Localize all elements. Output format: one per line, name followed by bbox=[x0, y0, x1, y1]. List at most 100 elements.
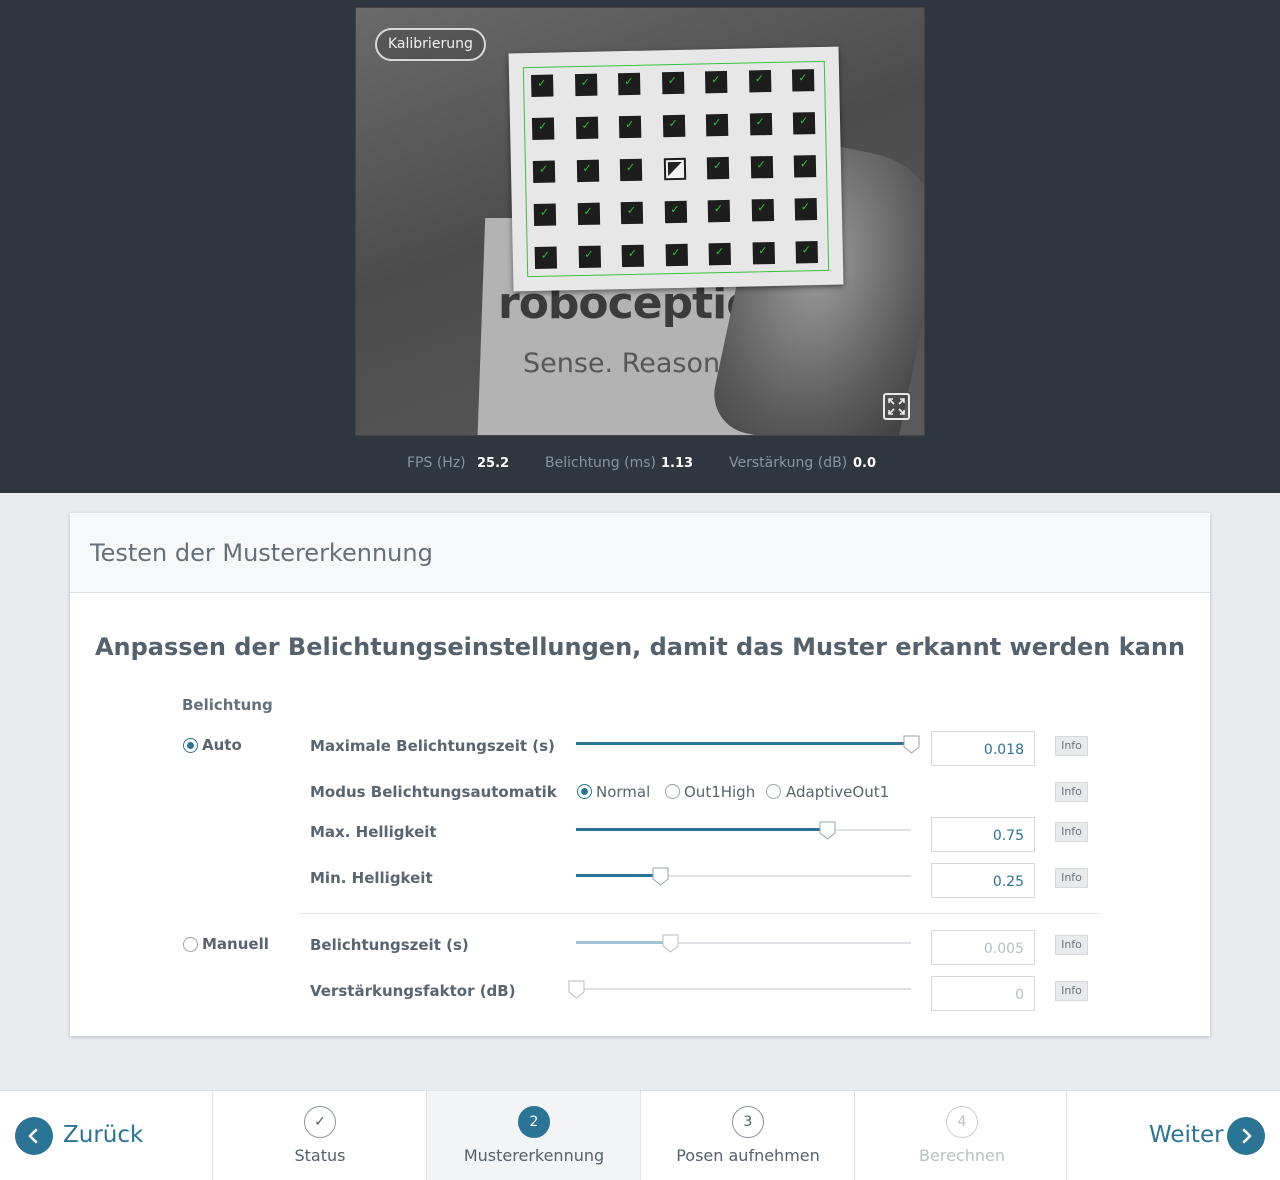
gain-factor-info-button[interactable]: Info bbox=[1055, 981, 1088, 1001]
step-number: 2 bbox=[518, 1106, 550, 1138]
next-button[interactable]: Weiter bbox=[1067, 1091, 1280, 1180]
step-number: 3 bbox=[732, 1106, 764, 1138]
back-label: Zurück bbox=[63, 1122, 144, 1148]
pattern-cell bbox=[575, 116, 598, 140]
exposure-time-input[interactable]: 0.005 bbox=[931, 930, 1035, 965]
pattern-cell bbox=[748, 70, 771, 93]
step-status-label: Status bbox=[294, 1146, 346, 1165]
min-brightness-input[interactable]: 0.25 bbox=[931, 863, 1035, 898]
mode-out1high-radio[interactable] bbox=[665, 784, 680, 799]
mode-normal-label[interactable]: Normal bbox=[596, 783, 650, 801]
min-brightness-slider[interactable] bbox=[576, 867, 911, 887]
max-brightness-input[interactable]: 0.75 bbox=[931, 817, 1035, 852]
mode-adaptiveout1-label[interactable]: AdaptiveOut1 bbox=[786, 783, 889, 801]
fps-label: FPS (Hz) bbox=[407, 455, 466, 471]
step-compute-label: Berechnen bbox=[919, 1146, 1005, 1165]
slider-thumb[interactable] bbox=[662, 934, 679, 953]
gain-factor-label: Verstärkungsfaktor (dB) bbox=[310, 982, 516, 1000]
pattern-grid bbox=[530, 69, 819, 269]
calibration-pattern bbox=[508, 46, 844, 292]
pattern-cell bbox=[620, 201, 644, 225]
pattern-cell bbox=[705, 113, 729, 137]
pattern-cell bbox=[706, 156, 730, 180]
step-pattern-detection[interactable]: 2 Mustererkennung bbox=[426, 1091, 640, 1180]
mode-adaptiveout1-radio[interactable] bbox=[766, 784, 781, 799]
auto-mode-label[interactable]: Auto bbox=[202, 736, 242, 754]
camera-image: roboceptior Sense. Reason. A Kalibrierun… bbox=[355, 7, 925, 436]
exposure-time-info-button[interactable]: Info bbox=[1055, 935, 1088, 955]
step-pattern-detection-label: Mustererkennung bbox=[463, 1146, 605, 1165]
pattern-cell bbox=[750, 155, 773, 179]
max-brightness-info-button[interactable]: Info bbox=[1055, 822, 1088, 842]
step-number: 4 bbox=[946, 1106, 978, 1138]
exposure-time-label: Belichtungszeit (s) bbox=[310, 936, 469, 954]
min-brightness-info-button[interactable]: Info bbox=[1055, 868, 1088, 888]
slider-thumb[interactable] bbox=[652, 867, 669, 886]
auto-mode-info-button[interactable]: Info bbox=[1055, 782, 1088, 802]
max-exposure-info-button[interactable]: Info bbox=[1055, 736, 1088, 756]
pattern-cell bbox=[704, 70, 728, 94]
max-exposure-input[interactable]: 0.018 bbox=[931, 731, 1035, 766]
pattern-cell bbox=[576, 159, 599, 183]
pattern-cell bbox=[665, 243, 688, 267]
slider-thumb[interactable] bbox=[819, 821, 836, 840]
settings-card: Testen der Mustererkennung Anpassen der … bbox=[70, 513, 1210, 1036]
fullscreen-icon bbox=[888, 398, 905, 415]
exposure-time-slider[interactable] bbox=[576, 934, 911, 954]
gain-stat-label: Verstärkung (dB) bbox=[729, 455, 848, 471]
exposure-section-label: Belichtung bbox=[182, 696, 273, 714]
max-exposure-slider[interactable] bbox=[576, 735, 920, 755]
chevron-right-icon bbox=[1227, 1117, 1265, 1155]
pattern-cell bbox=[574, 73, 597, 97]
pattern-cell bbox=[530, 74, 554, 98]
slider-thumb[interactable] bbox=[568, 980, 585, 999]
pattern-cell bbox=[749, 112, 772, 136]
mode-out1high-label[interactable]: Out1High bbox=[684, 783, 755, 801]
next-label: Weiter bbox=[1149, 1122, 1224, 1148]
camera-panel: roboceptior Sense. Reason. A Kalibrierun… bbox=[0, 0, 1280, 493]
pattern-cell bbox=[661, 71, 684, 95]
step-record-poses[interactable]: 3 Posen aufnehmen bbox=[640, 1091, 854, 1180]
auto-mode-radio[interactable] bbox=[183, 738, 198, 753]
pattern-cell bbox=[664, 200, 687, 224]
section-divider bbox=[300, 913, 1099, 914]
check-icon: ✓ bbox=[304, 1106, 336, 1138]
step-compute: 4 Berechnen bbox=[854, 1091, 1068, 1180]
pattern-cell bbox=[532, 160, 556, 183]
pattern-cell bbox=[621, 244, 645, 268]
exposure-stat-label: Belichtung (ms) bbox=[545, 455, 656, 471]
pattern-cell bbox=[534, 246, 558, 269]
fullscreen-button[interactable] bbox=[883, 393, 910, 420]
auto-mode-setting-label: Modus Belichtungsautomatik bbox=[310, 783, 557, 801]
pattern-cell bbox=[708, 242, 732, 266]
pattern-cell bbox=[794, 198, 818, 221]
manual-mode-radio[interactable] bbox=[183, 937, 198, 952]
gain-factor-input[interactable]: 0 bbox=[931, 976, 1035, 1011]
max-exposure-label: Maximale Belichtungszeit (s) bbox=[310, 737, 555, 755]
fps-value: 25.2 bbox=[477, 456, 510, 471]
pattern-cell bbox=[617, 72, 641, 96]
pattern-cell bbox=[751, 198, 774, 222]
pattern-cell bbox=[577, 202, 600, 226]
step-status[interactable]: ✓ Status bbox=[212, 1091, 426, 1180]
wizard-footer: Zurück ✓ Status 2 Mustererkennung 3 Pose… bbox=[0, 1090, 1280, 1180]
pattern-cell bbox=[619, 158, 643, 182]
card-title: Testen der Mustererkennung bbox=[70, 513, 1210, 593]
max-brightness-label: Max. Helligkeit bbox=[310, 823, 437, 841]
pattern-cell bbox=[791, 69, 815, 92]
slider-thumb[interactable] bbox=[903, 735, 920, 754]
manual-mode-label[interactable]: Manuell bbox=[202, 935, 269, 953]
camera-stats: FPS (Hz) 25.2 Belichtung (ms) 1.13 Verst… bbox=[0, 455, 1280, 475]
pattern-cell bbox=[793, 155, 817, 178]
pattern-cell bbox=[618, 115, 642, 139]
max-brightness-slider[interactable] bbox=[576, 821, 911, 841]
pattern-cell bbox=[707, 199, 731, 223]
pattern-cell bbox=[531, 117, 555, 141]
back-button[interactable]: Zurück bbox=[0, 1091, 212, 1180]
pattern-cell bbox=[792, 112, 816, 135]
gain-factor-slider[interactable] bbox=[568, 980, 911, 1000]
min-brightness-label: Min. Helligkeit bbox=[310, 869, 433, 887]
pattern-cell bbox=[795, 241, 819, 264]
mode-normal-radio[interactable] bbox=[577, 784, 592, 799]
calibration-badge[interactable]: Kalibrierung bbox=[375, 28, 486, 61]
